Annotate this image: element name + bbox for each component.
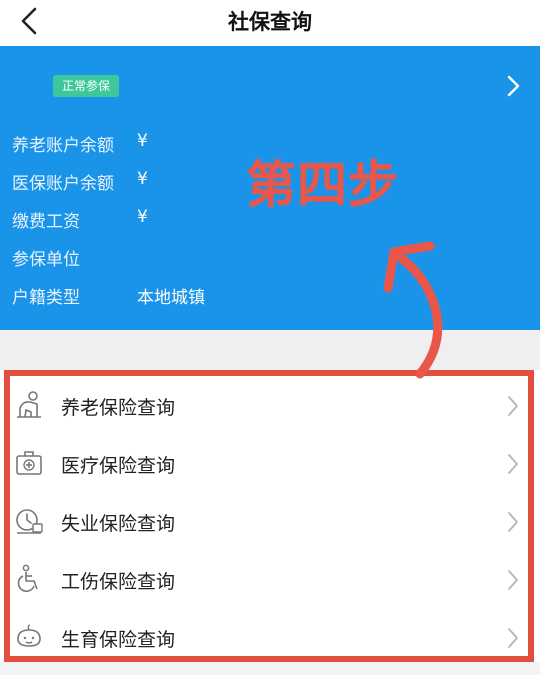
step-annotation: 第四步 bbox=[246, 156, 399, 214]
chevron-right-icon bbox=[508, 454, 518, 474]
menu-item-injury[interactable]: 工伤保险查询 bbox=[10, 552, 528, 609]
wheelchair-icon bbox=[17, 564, 38, 592]
menu-item-label: 医疗保险查询 bbox=[61, 455, 176, 477]
info-value: ¥ bbox=[137, 169, 148, 189]
medical-kit-icon bbox=[16, 451, 42, 475]
top-nav-bar: 社保查询 bbox=[0, 0, 540, 46]
bottom-spacer bbox=[0, 662, 540, 675]
page-title: 社保查询 bbox=[228, 10, 312, 34]
menu-item-label: 养老保险查询 bbox=[61, 397, 176, 419]
elderly-person-icon bbox=[17, 391, 41, 418]
unemployment-clock-icon bbox=[16, 509, 43, 534]
info-label: 参保单位 bbox=[12, 250, 80, 270]
chevron-right-icon[interactable] bbox=[504, 74, 524, 98]
menu-item-label: 生育保险查询 bbox=[61, 629, 176, 651]
chevron-right-icon bbox=[508, 396, 518, 416]
menu-item-medical[interactable]: 医疗保险查询 bbox=[10, 436, 528, 493]
info-value: ¥ bbox=[137, 131, 148, 151]
insurance-query-menu: 养老保险查询 医疗保险查询 失业保险查询 工伤保险查询 生育保险查询 bbox=[4, 370, 534, 662]
info-label: 养老账户余额 bbox=[12, 136, 114, 156]
annotation-arrow-icon bbox=[383, 241, 443, 379]
chevron-right-icon bbox=[508, 570, 518, 590]
info-value: 本地城镇 bbox=[137, 288, 205, 308]
menu-item-maternity[interactable]: 生育保险查询 bbox=[10, 610, 528, 667]
menu-item-label: 工伤保险查询 bbox=[61, 571, 176, 593]
menu-item-pension[interactable]: 养老保险查询 bbox=[10, 378, 528, 435]
menu-item-unemployment[interactable]: 失业保险查询 bbox=[10, 494, 528, 551]
info-label: 户籍类型 bbox=[12, 288, 80, 308]
menu-item-label: 失业保险查询 bbox=[61, 513, 176, 535]
info-label: 缴费工资 bbox=[12, 212, 80, 232]
chevron-right-icon bbox=[508, 512, 518, 532]
chevron-right-icon bbox=[508, 628, 518, 648]
status-badge: 正常参保 bbox=[53, 75, 120, 97]
baby-icon bbox=[17, 624, 41, 647]
info-label: 医保账户余额 bbox=[12, 174, 114, 194]
info-value: ¥ bbox=[137, 207, 148, 227]
